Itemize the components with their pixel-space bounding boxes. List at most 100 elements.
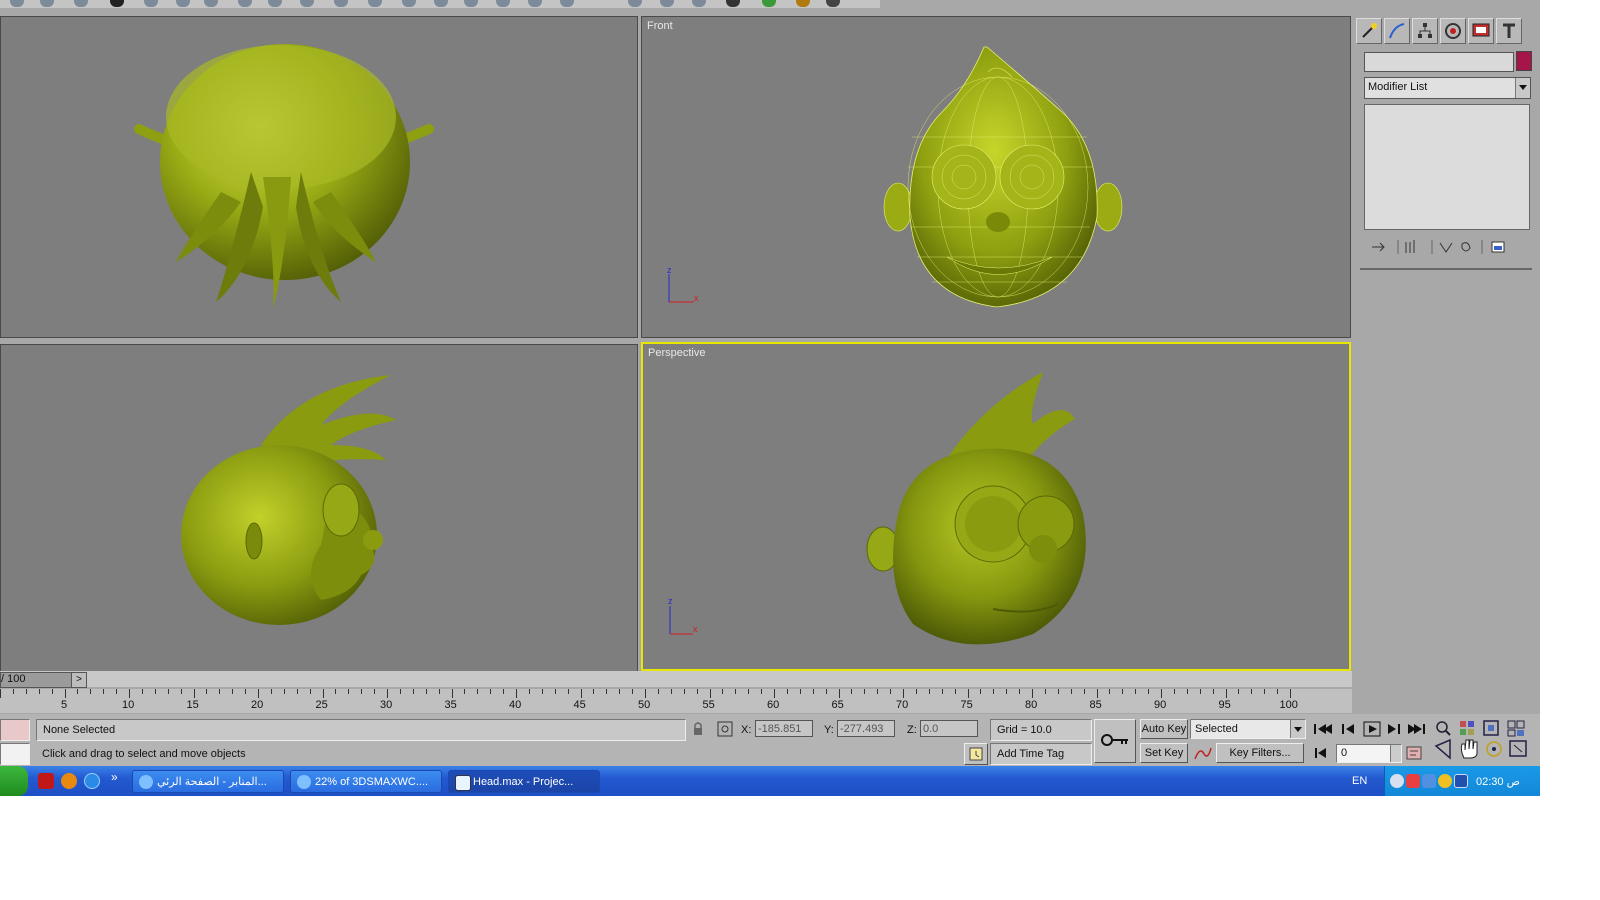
material-editor-icon[interactable] [496,0,510,7]
display-settings-icon[interactable] [1454,774,1468,788]
absolute-transform-icon[interactable] [717,721,733,737]
pivot-icon[interactable] [300,0,314,7]
messenger-icon[interactable] [1438,774,1452,788]
remove-modifier-icon[interactable] [1461,242,1471,252]
show-end-result-icon[interactable] [1405,240,1415,253]
zoom-all-icon[interactable] [1460,721,1474,735]
render-icon[interactable] [560,0,574,7]
firefox-icon[interactable] [61,773,77,789]
render-frame-icon[interactable] [826,0,840,7]
create-tab[interactable] [1356,18,1382,44]
add-time-tag-field[interactable]: Add Time Tag [990,743,1092,765]
quick-render-icon[interactable] [796,0,810,7]
maximize-viewport-icon[interactable] [1509,740,1527,757]
taskbar-item-download[interactable]: 22% of 3DSMAXWC.... [290,770,442,793]
mirror-tool-icon[interactable] [762,0,776,7]
undo-icon[interactable] [10,0,24,7]
go-to-end-icon[interactable] [1408,724,1425,734]
viewport-top[interactable] [0,16,638,338]
z-coord-input[interactable]: 0.0 [920,720,978,737]
angle-snap-icon[interactable] [660,0,674,7]
modifier-stack[interactable] [1364,104,1530,230]
make-unique-icon[interactable] [1439,242,1453,253]
ruler-tick [464,689,466,694]
start-button[interactable] [0,766,28,796]
lock-selection-icon[interactable] [694,722,702,735]
align-icon[interactable] [368,0,382,7]
maxscript-listener-top[interactable] [0,719,30,741]
go-to-start-icon[interactable] [1314,724,1332,734]
select-region-icon[interactable] [110,0,124,7]
pin-stack-icon[interactable] [1372,242,1385,252]
y-coord-input[interactable]: -277.493 [837,720,895,737]
redo-icon[interactable] [40,0,54,7]
auto-key-button[interactable]: Auto Key [1140,719,1188,739]
taskbar-item-browser[interactable]: المنابر - الصفحة الرئي... [132,770,284,793]
time-slider-track[interactable] [0,671,1352,687]
spinner-arrows-icon[interactable] [1390,745,1401,762]
zoom-extents-all-icon[interactable] [1507,720,1525,737]
language-indicator[interactable]: EN [1352,775,1367,787]
pan-icon[interactable] [1460,739,1478,759]
move-icon[interactable] [176,0,190,7]
modify-tab[interactable] [1384,18,1410,44]
motion-tab[interactable] [1440,18,1466,44]
previous-frame-icon[interactable] [1342,724,1354,734]
zoom-extents-icon[interactable] [1483,720,1499,736]
key-filters-button[interactable]: Key Filters... [1216,743,1304,763]
ruler-tick [735,689,737,694]
next-frame-icon[interactable] [1388,724,1400,734]
next-frame-arrow[interactable]: > [71,672,87,688]
curve-editor-icon[interactable] [434,0,448,7]
configure-modifier-sets-icon[interactable] [1491,241,1505,253]
key-mode-toggle-icon[interactable] [1310,744,1332,762]
time-slider-thumb[interactable]: / 100 [0,672,72,688]
set-key-button[interactable]: Set Key [1140,743,1188,763]
named-selection-icon[interactable] [726,0,740,7]
time-configuration-icon[interactable] [1404,744,1426,762]
ruler-tick-label: 40 [509,699,522,711]
maxscript-listener-bottom[interactable] [0,743,30,765]
taskbar-item-3dsmax[interactable]: Head.max - Projec... [448,770,600,793]
ie-quicklaunch-icon[interactable] [84,773,100,789]
modifier-list-dropdown[interactable]: Modifier List [1364,77,1531,99]
arc-rotate-icon[interactable] [1486,741,1502,757]
utilities-tab[interactable] [1496,18,1522,44]
object-color-swatch[interactable] [1516,51,1532,71]
time-tag-button[interactable] [964,743,988,765]
quicklaunch-overflow[interactable]: » [111,770,118,784]
viewport-front[interactable]: Front z x [641,16,1351,338]
ruler-tick-label: 15 [186,699,199,711]
zoom-icon[interactable] [1436,721,1451,736]
rotate-icon[interactable] [204,0,218,7]
reference-coord-icon[interactable] [268,0,282,7]
viewport-perspective[interactable]: Perspective z x [641,342,1351,671]
mirror-icon[interactable] [334,0,348,7]
link-icon[interactable] [74,0,88,7]
viewport-left[interactable] [0,344,638,672]
acrobat-icon[interactable] [38,773,54,789]
hierarchy-tab[interactable] [1412,18,1438,44]
scale-icon[interactable] [238,0,252,7]
x-coord-input[interactable]: -185.851 [755,720,813,737]
ruler-tick [322,689,324,698]
field-of-view-icon[interactable] [1434,738,1451,760]
antivirus-icon[interactable] [1406,774,1420,788]
track-bar[interactable]: 5 10 15 20 25 30 35 40 45 50 55 60 65 70 75 80 85 90 95 100 [0,689,1352,713]
snap-icon[interactable] [628,0,642,7]
render-setup-icon[interactable] [528,0,542,7]
ruler-tick [141,689,143,694]
current-frame-spinner[interactable]: 0 [1336,744,1402,763]
connection-icon[interactable] [1422,774,1436,788]
schematic-icon[interactable] [464,0,478,7]
percent-snap-icon[interactable] [692,0,706,7]
set-key-large-button[interactable] [1094,719,1136,763]
play-icon[interactable] [1363,721,1381,737]
default-tangent-icon[interactable] [1192,744,1214,762]
display-tab[interactable] [1468,18,1494,44]
layer-icon[interactable] [402,0,416,7]
object-name-input[interactable] [1364,52,1514,72]
select-icon[interactable] [144,0,158,7]
key-mode-dropdown[interactable]: Selected [1190,719,1306,739]
network-icon[interactable] [1390,774,1404,788]
